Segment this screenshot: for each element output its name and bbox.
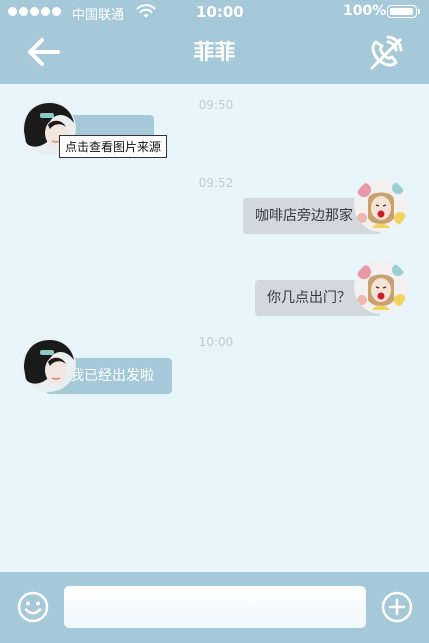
- message-input[interactable]: [64, 586, 366, 628]
- wifi-icon: [136, 4, 156, 18]
- image-source-tooltip[interactable]: 点击查看图片来源: [59, 135, 168, 158]
- user-avatar[interactable]: [354, 178, 408, 232]
- contact-avatar[interactable]: [22, 338, 76, 392]
- signal-strength-icon: [8, 7, 61, 16]
- battery-icon: [387, 5, 420, 18]
- page-title: 菲菲: [193, 40, 236, 64]
- phone-call-icon[interactable]: [366, 34, 404, 72]
- message-timestamp: 09:52: [198, 176, 234, 190]
- battery-percent: 100%: [343, 3, 387, 19]
- status-time: 10:00: [196, 3, 244, 21]
- carrier-name: 中国联通: [72, 8, 125, 23]
- smiley-icon[interactable]: [17, 591, 49, 623]
- status-bar: 中国联通 10:00 100%: [0, 0, 429, 24]
- top-bar: 中国联通 10:00 100% 菲菲: [0, 0, 429, 84]
- arrow-left-icon[interactable]: [24, 34, 64, 70]
- chat-screen: 中国联通 10:00 100% 菲菲 09:50 ...: [0, 0, 429, 643]
- input-bar: [0, 572, 429, 643]
- message-timestamp: 10:00: [198, 335, 234, 349]
- message-list[interactable]: 09:50 ... 点击查看图片来源 09:52 咖啡店旁边那家: [0, 84, 429, 572]
- plus-circle-icon[interactable]: [381, 591, 413, 623]
- message-timestamp: 09:50: [198, 98, 234, 112]
- user-avatar[interactable]: [354, 260, 408, 314]
